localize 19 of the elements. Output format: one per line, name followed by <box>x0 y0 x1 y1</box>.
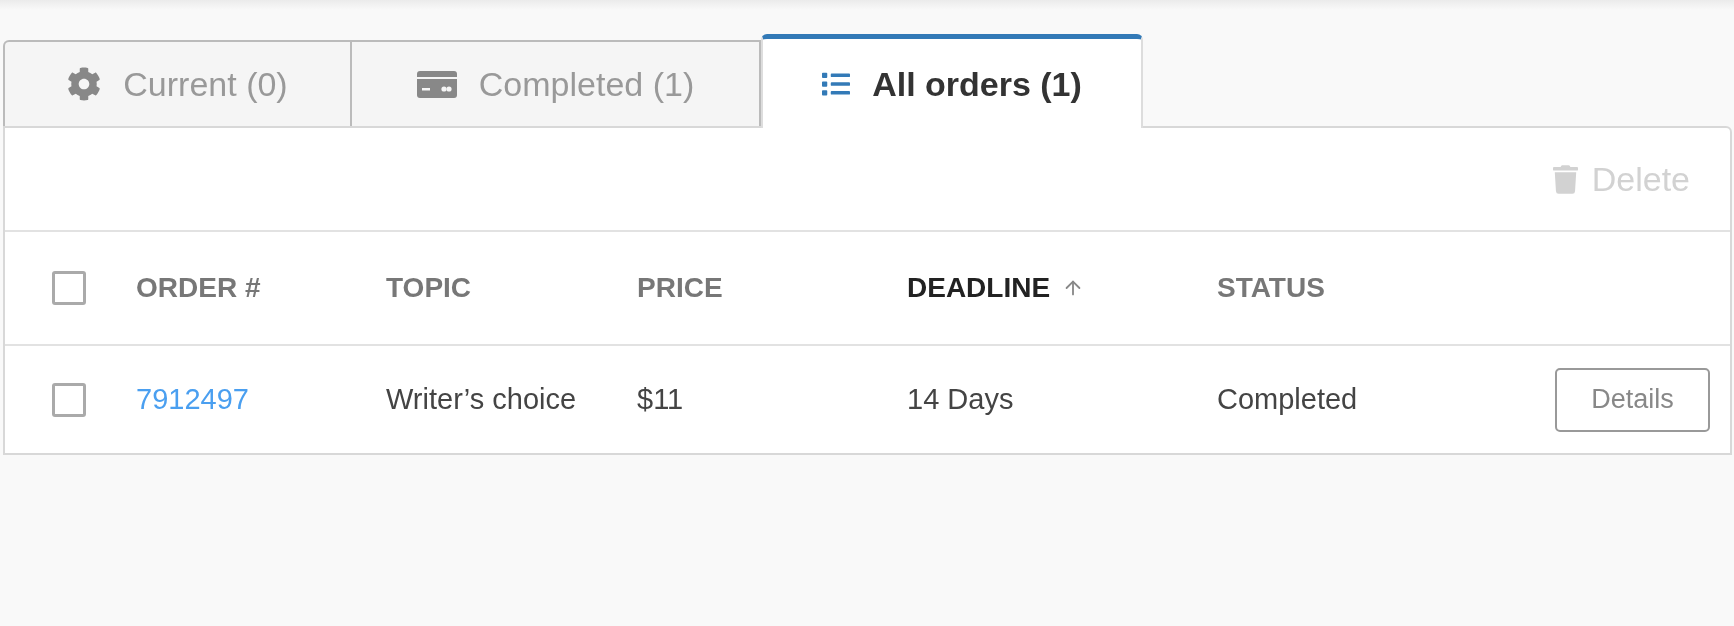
gear-icon <box>67 67 102 101</box>
column-header[interactable]: PRICE <box>637 274 723 302</box>
column-header[interactable]: ORDER # <box>136 274 261 302</box>
column-header[interactable]: TOPIC <box>386 274 472 302</box>
order-number-link[interactable]: 7912497 <box>136 383 249 415</box>
deadline-cell: 14 Days <box>907 383 1014 415</box>
topic-cell: Writer’s choice <box>386 383 577 415</box>
checkbox[interactable] <box>52 271 86 305</box>
tab[interactable]: Completed (1) <box>352 40 761 126</box>
tab[interactable]: All orders (1) <box>761 34 1143 128</box>
details-button[interactable]: Details <box>1555 367 1710 432</box>
tab[interactable]: Current (0) <box>3 40 352 126</box>
card-icon <box>416 70 457 98</box>
column-header[interactable]: STATUS <box>1217 274 1325 302</box>
column-header[interactable]: DEADLINE <box>907 274 1051 302</box>
price-cell: $11 <box>637 383 684 415</box>
trash-icon <box>1552 163 1578 195</box>
status-cell: Completed <box>1217 385 1358 414</box>
checkbox[interactable] <box>52 382 86 417</box>
